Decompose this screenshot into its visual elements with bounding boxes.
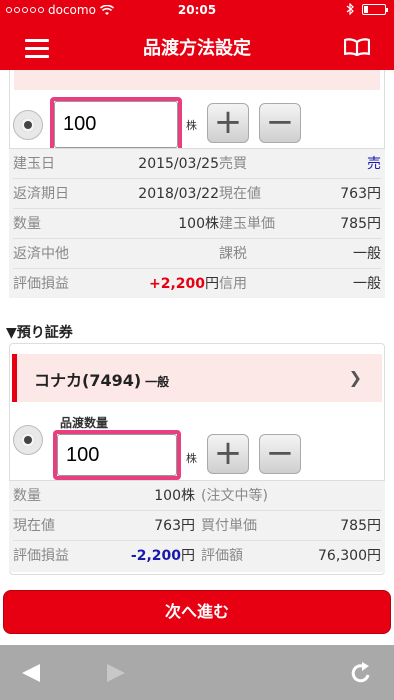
detail-label: 建玉単価 [219, 216, 275, 232]
quantity-input[interactable] [54, 101, 178, 148]
detail-cell: 課税 一般 [219, 239, 381, 269]
detail-label: 評価額 [201, 548, 243, 564]
detail-cell: 買付単価 785円 [195, 511, 381, 541]
detail-cell: 評価損益 -2,200円 [13, 541, 195, 571]
card-header-band [14, 70, 380, 90]
stock-name: コナカ(7494) [34, 371, 142, 390]
detail-value: 一般 [353, 276, 381, 292]
forward-icon[interactable] [103, 660, 129, 686]
nav-bar: 品渡方法設定 [0, 20, 394, 70]
detail-label: 信用 [219, 276, 247, 292]
detail-value: -2,200円 [131, 541, 195, 571]
position-details: 建玉日 2015/03/25 売買 売 返済期日 2018/03/22 現在値 763円… [9, 148, 385, 298]
detail-value: 100株 [154, 488, 195, 504]
detail-cell: 数量 100株 [13, 481, 195, 511]
detail-label: 評価損益 [13, 276, 69, 292]
detail-cell: 評価損益 +2,200円 [13, 269, 219, 299]
detail-cell: 評価額 76,300円 [195, 541, 381, 571]
detail-label: 課税 [219, 246, 247, 262]
detail-value: +2,200円 [149, 269, 219, 299]
detail-cell: 返済中他 [13, 239, 219, 269]
select-radio[interactable] [13, 425, 43, 455]
delivery-quantity-input[interactable] [57, 434, 177, 476]
back-icon[interactable] [18, 660, 44, 686]
loss-value: -2,200 [130, 548, 181, 564]
detail-label: (注文中等) [201, 488, 268, 504]
detail-value: 売 [367, 156, 381, 172]
currency-unit: 円 [181, 548, 195, 564]
detail-value: 一般 [353, 246, 381, 262]
battery-icon [362, 3, 388, 15]
detail-value: 763円 [154, 518, 195, 534]
browser-toolbar [0, 645, 394, 700]
detail-cell: 売買 売 [219, 149, 381, 179]
detail-label: 買付単価 [201, 518, 257, 534]
detail-cell: 数量 100株 [13, 209, 219, 239]
stock-name-line: コナカ(7494) 一般 [34, 367, 169, 391]
unit-label: 株 [186, 119, 197, 132]
detail-value: 2015/03/25 [138, 156, 219, 172]
detail-label: 評価損益 [13, 548, 69, 564]
detail-value: 763円 [340, 186, 381, 202]
increment-button[interactable]: + [207, 434, 249, 474]
page-title: 品渡方法設定 [143, 38, 251, 59]
detail-value: 785円 [340, 518, 381, 534]
detail-label: 現在値 [219, 186, 261, 202]
detail-cell: 現在値 763円 [219, 179, 381, 209]
bluetooth-icon [346, 3, 354, 15]
unit-label: 株 [186, 452, 197, 465]
quantity-field-highlight [53, 430, 181, 480]
next-button[interactable]: 次へ進む [3, 590, 391, 634]
holding-details: 数量 100株 (注文中等) 現在値 763円 買付単価 785円 評価損益 -2,20… [9, 480, 385, 572]
status-bar: docomo 20:05 [0, 0, 394, 20]
currency-unit: 円 [205, 276, 219, 292]
book-icon[interactable] [344, 38, 370, 56]
detail-cell: 建玉日 2015/03/25 [13, 149, 219, 179]
detail-cell: (注文中等) [195, 481, 381, 511]
detail-label: 現在値 [13, 518, 55, 534]
detail-cell: 建玉単価 785円 [219, 209, 381, 239]
decrement-button[interactable]: − [259, 434, 301, 474]
chevron-right-icon: ❯ [348, 368, 362, 387]
status-right [346, 3, 388, 15]
increment-button[interactable]: + [207, 103, 249, 143]
detail-cell: 返済期日 2018/03/22 [13, 179, 219, 209]
detail-label: 返済期日 [13, 186, 69, 202]
section-title: ▼預り証券 [6, 325, 73, 341]
detail-cell: 信用 一般 [219, 269, 381, 299]
detail-cell: 現在値 763円 [13, 511, 195, 541]
quantity-label: 品渡数量 [60, 416, 109, 430]
detail-value: 76,300円 [318, 548, 381, 564]
detail-value: 2018/03/22 [138, 186, 219, 202]
detail-label: 売買 [219, 156, 247, 172]
content: 株 + − 建玉日 2015/03/25 売買 売 返済期日 2018/03/22 現… [0, 70, 394, 645]
profit-value: +2,200 [148, 276, 205, 292]
detail-label: 建玉日 [13, 156, 55, 172]
clock: 20:05 [177, 3, 217, 17]
detail-value: 785円 [340, 216, 381, 232]
reload-icon[interactable] [348, 660, 374, 686]
detail-label: 数量 [13, 216, 41, 232]
detail-value: 100株 [178, 216, 219, 232]
detail-label: 返済中他 [13, 246, 69, 262]
quantity-field-highlight [50, 97, 182, 152]
account-kind: 一般 [145, 375, 170, 389]
stock-header[interactable]: コナカ(7494) 一般 ❯ [12, 354, 382, 402]
detail-label: 数量 [13, 488, 41, 504]
decrement-button[interactable]: − [259, 103, 301, 143]
select-radio[interactable] [13, 110, 43, 140]
